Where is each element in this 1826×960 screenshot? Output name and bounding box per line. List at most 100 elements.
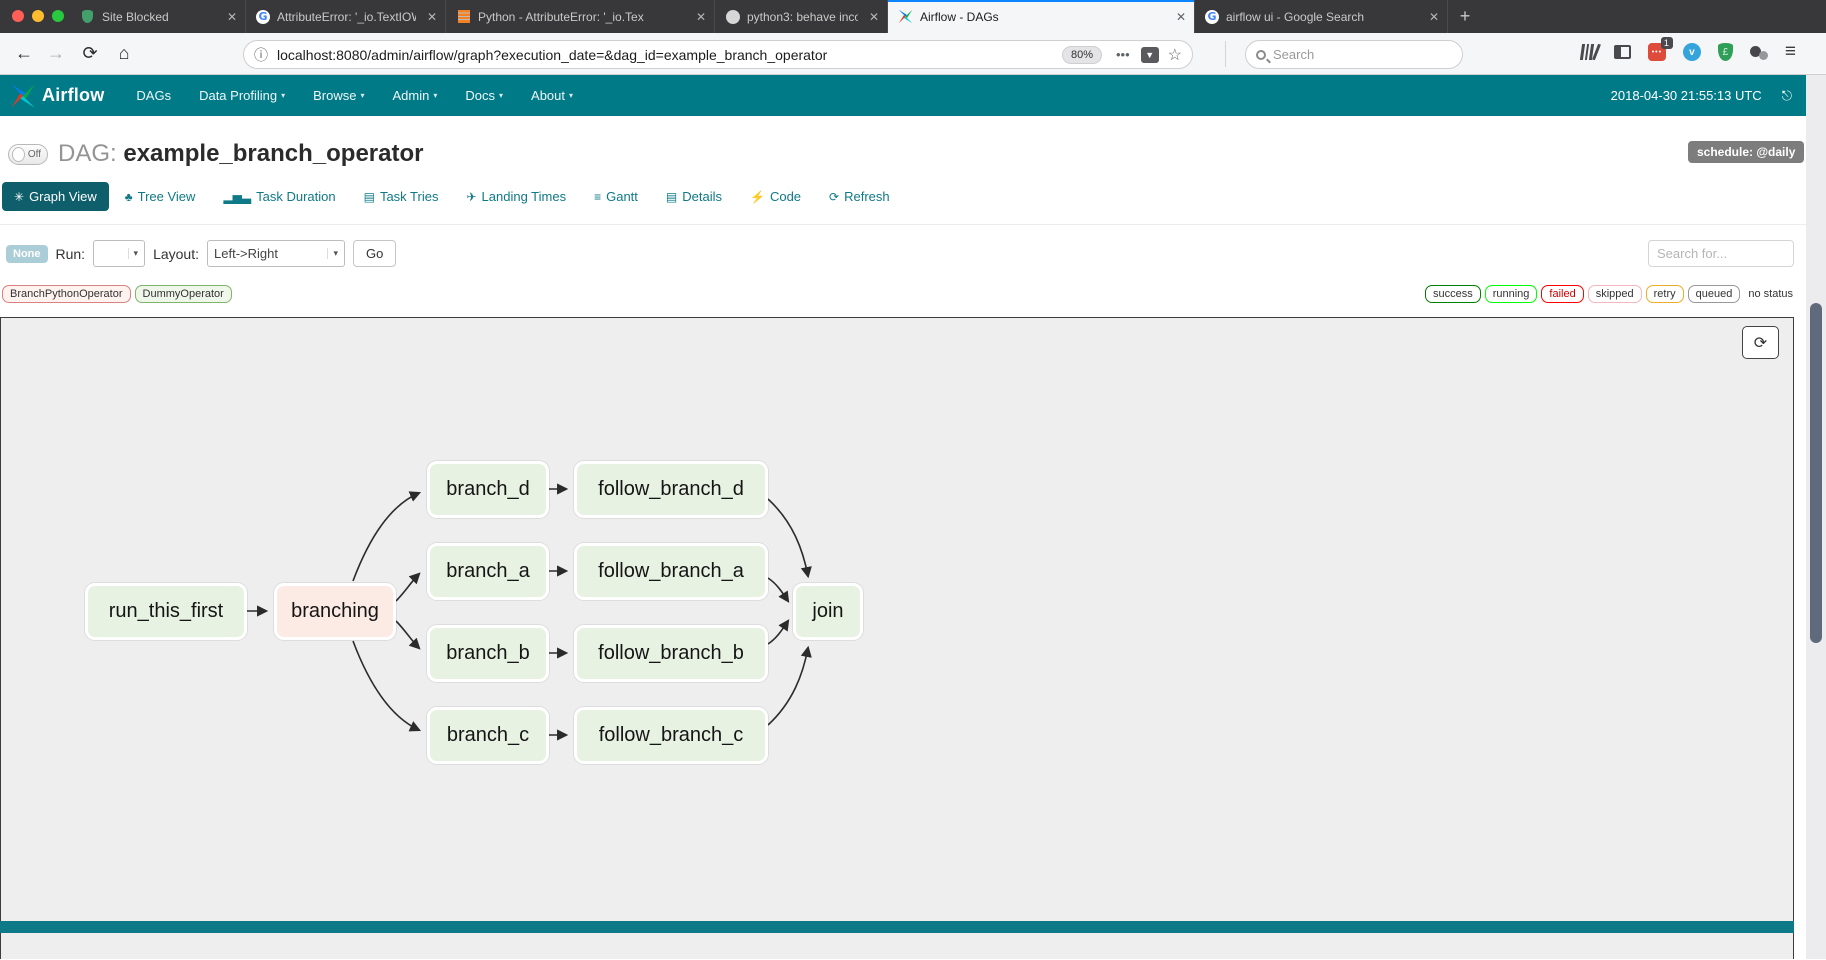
- close-tab-icon[interactable]: ✕: [227, 10, 237, 24]
- tab-title: airflow ui - Google Search: [1226, 10, 1418, 24]
- close-window-button[interactable]: [12, 10, 24, 22]
- pocket-icon[interactable]: ▼: [1141, 47, 1159, 63]
- bookmark-star-icon[interactable]: ☆: [1168, 45, 1182, 65]
- tab-title: python3: behave incorrectly mo: [747, 10, 858, 24]
- nav-item-browse[interactable]: Browse ▾: [299, 75, 378, 116]
- task-node-run_this_first[interactable]: run_this_first: [85, 583, 247, 640]
- back-icon[interactable]: ←: [10, 39, 38, 67]
- tab-airflow-ui-search[interactable]: G airflow ui - Google Search ✕: [1195, 0, 1448, 33]
- window-scrollbar[interactable]: [1806, 75, 1826, 959]
- refresh-icon: ⟳: [829, 190, 839, 204]
- site-info-icon[interactable]: ⓘ: [254, 45, 268, 65]
- run-label: Run:: [56, 246, 86, 262]
- chevron-down-icon: ▾: [327, 248, 338, 259]
- task-node-join[interactable]: join: [793, 583, 863, 640]
- menu-icon[interactable]: ≡: [1785, 41, 1796, 63]
- minimize-window-button[interactable]: [32, 10, 44, 22]
- nav-item-label: Docs: [465, 88, 495, 103]
- macos-window-controls[interactable]: [12, 10, 64, 22]
- nav-item-data-profiling[interactable]: Data Profiling ▾: [185, 75, 299, 116]
- nav-item-label: Data Profiling: [199, 88, 277, 103]
- nav-item-about[interactable]: About ▾: [517, 75, 587, 116]
- library-icon[interactable]: [1580, 44, 1598, 60]
- tab-graph-view[interactable]: ✳ Graph View: [2, 182, 109, 211]
- task-search-input[interactable]: [1648, 240, 1794, 267]
- close-tab-icon[interactable]: ✕: [427, 10, 437, 24]
- shield-extension-icon[interactable]: £: [1718, 43, 1733, 61]
- tab-site-blocked[interactable]: Site Blocked ✕: [70, 0, 246, 33]
- url-text[interactable]: localhost:8080/admin/airflow/graph?execu…: [277, 47, 1054, 63]
- zoom-window-button[interactable]: [52, 10, 64, 22]
- tab-title: Python - AttributeError: '_io.Tex: [478, 10, 685, 24]
- nav-item-admin[interactable]: Admin ▾: [379, 75, 452, 116]
- tab-task-tries[interactable]: ▤ Task Tries: [352, 182, 451, 211]
- tab-code[interactable]: ⚡ Code: [738, 182, 813, 211]
- edge-branching-branch_c: [353, 641, 419, 730]
- nav-item-docs[interactable]: Docs ▾: [451, 75, 517, 116]
- task-node-follow_branch_d[interactable]: follow_branch_d: [574, 461, 768, 518]
- tab-title: Airflow - DAGs: [920, 10, 1165, 24]
- legend-retry: retry: [1646, 285, 1684, 303]
- page-actions-icon[interactable]: •••: [1116, 47, 1130, 62]
- go-button[interactable]: Go: [353, 240, 396, 267]
- tab-label: Graph View: [29, 189, 97, 204]
- browser-toolbar: ← → ⟳ ⌂ ⓘ localhost:8080/admin/airflow/g…: [0, 33, 1826, 75]
- footer-bar: [0, 921, 1794, 933]
- run-select[interactable]: ▾: [93, 240, 145, 267]
- reload-icon[interactable]: ⟳: [76, 39, 104, 67]
- close-tab-icon[interactable]: ✕: [1429, 10, 1439, 24]
- edge-branching-branch_b: [396, 621, 419, 648]
- graph-refresh-button[interactable]: ⟳: [1742, 326, 1779, 359]
- sidebar-toggle-icon[interactable]: [1614, 45, 1631, 59]
- task-node-follow_branch_b[interactable]: follow_branch_b: [574, 625, 768, 682]
- tab-details[interactable]: ▤ Details: [654, 182, 734, 211]
- close-tab-icon[interactable]: ✕: [869, 10, 879, 24]
- blue-extension-icon[interactable]: v: [1683, 43, 1701, 61]
- tab-tree-view[interactable]: ♣ Tree View: [113, 182, 208, 211]
- legend-skipped: skipped: [1588, 285, 1642, 303]
- layout-select[interactable]: Left->Right ▾: [207, 240, 345, 267]
- dag-pause-toggle[interactable]: Off: [8, 144, 48, 165]
- tab-python-attributeerror[interactable]: Python - AttributeError: '_io.Tex ✕: [446, 0, 715, 33]
- forward-icon[interactable]: →: [42, 39, 70, 67]
- tab-title: AttributeError: '_io.TextIOWrapp: [277, 10, 416, 24]
- task-node-branch_b[interactable]: branch_b: [427, 625, 549, 682]
- divider: [0, 224, 1826, 225]
- tab-gantt[interactable]: ≡ Gantt: [582, 182, 650, 211]
- dag-graph-canvas[interactable]: run_this_first branching branch_d follow…: [0, 317, 1794, 959]
- github-favicon-icon: [725, 9, 740, 24]
- tab-attributeerror[interactable]: G AttributeError: '_io.TextIOWrapp ✕: [246, 0, 446, 33]
- task-node-branch_d[interactable]: branch_d: [427, 461, 549, 518]
- airflow-brand[interactable]: Airflow: [10, 83, 104, 109]
- url-bar[interactable]: ⓘ localhost:8080/admin/airflow/graph?exe…: [243, 40, 1193, 69]
- task-node-follow_branch_a[interactable]: follow_branch_a: [574, 543, 768, 600]
- stackoverflow-favicon-icon: [456, 9, 471, 24]
- task-node-follow_branch_c[interactable]: follow_branch_c: [574, 707, 768, 764]
- legend-queued: queued: [1688, 285, 1741, 303]
- task-node-branching[interactable]: branching: [274, 583, 396, 640]
- zoom-level-badge[interactable]: 80%: [1062, 46, 1102, 64]
- task-node-branch_c[interactable]: branch_c: [427, 707, 549, 764]
- logout-icon[interactable]: ⎋: [1782, 88, 1792, 104]
- tab-python3-behave[interactable]: python3: behave incorrectly mo ✕: [715, 0, 888, 33]
- tab-strip: Site Blocked ✕ G AttributeError: '_io.Te…: [70, 0, 1482, 33]
- browser-search-field[interactable]: [1245, 40, 1463, 69]
- tab-refresh[interactable]: ⟳ Refresh: [817, 182, 902, 211]
- circles-extension-icon[interactable]: [1750, 44, 1768, 60]
- browser-search-input[interactable]: [1273, 47, 1433, 62]
- scrollbar-thumb[interactable]: [1810, 303, 1822, 643]
- tab-label: Gantt: [606, 189, 638, 204]
- home-icon[interactable]: ⌂: [110, 39, 138, 67]
- tab-airflow-dags[interactable]: Airflow - DAGs ✕: [888, 0, 1195, 33]
- search-icon: [1256, 50, 1266, 60]
- tab-task-duration[interactable]: ▂▅▃ Task Duration: [211, 182, 347, 211]
- tab-landing-times[interactable]: ✈ Landing Times: [454, 182, 578, 211]
- new-tab-button[interactable]: +: [1448, 0, 1482, 33]
- edge-follow_branch_a-join: [768, 578, 788, 601]
- close-tab-icon[interactable]: ✕: [1176, 10, 1186, 24]
- task-node-branch_a[interactable]: branch_a: [427, 543, 549, 600]
- close-tab-icon[interactable]: ✕: [696, 10, 706, 24]
- browser-tab-bar: Site Blocked ✕ G AttributeError: '_io.Te…: [0, 0, 1826, 33]
- adblock-extension-icon[interactable]: ••• 1: [1648, 43, 1666, 61]
- nav-item-dags[interactable]: DAGs: [122, 75, 185, 116]
